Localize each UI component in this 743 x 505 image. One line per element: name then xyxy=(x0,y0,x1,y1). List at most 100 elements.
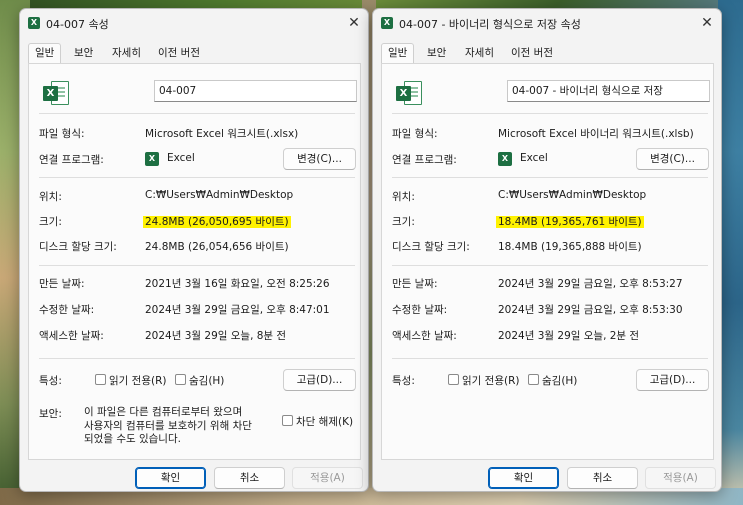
properties-window-xlsx: X 04-007 속성 ✕ 일반 보안 자세히 이전 버전 X 04-007 파… xyxy=(19,8,369,492)
size-value-wrap: 18.4MB (19,365,761 바이트) xyxy=(496,214,644,229)
file-type-label: 파일 형식: xyxy=(392,128,438,140)
tab-details[interactable]: 자세히 xyxy=(459,44,500,64)
size-value-wrap: 24.8MB (26,050,695 바이트) xyxy=(143,214,291,229)
advanced-button[interactable]: 고급(D)... xyxy=(636,369,709,391)
security-label: 보안: xyxy=(39,408,62,420)
open-with-label: 연결 프로그램: xyxy=(39,154,104,166)
created-label: 만든 날짜: xyxy=(392,278,438,290)
tab-previous-versions[interactable]: 이전 버전 xyxy=(505,44,559,64)
change-button[interactable]: 변경(C)... xyxy=(283,148,356,170)
security-line: 사용자의 컴퓨터를 보호하기 위해 차단 xyxy=(84,419,252,432)
apply-button[interactable]: 적용(A) xyxy=(292,467,363,489)
excel-file-icon: X xyxy=(28,17,40,29)
file-name-field[interactable]: 04-007 - 바이너리 형식으로 저장 xyxy=(507,80,710,102)
open-with-app: Excel xyxy=(520,152,548,164)
ok-button[interactable]: 확인 xyxy=(488,467,559,489)
created-label: 만든 날짜: xyxy=(39,278,85,290)
hidden-checkbox[interactable]: 숨김(H) xyxy=(175,373,224,388)
excel-file-icon: X xyxy=(396,81,422,107)
tab-security[interactable]: 보안 xyxy=(68,44,99,64)
divider xyxy=(392,265,708,266)
divider xyxy=(392,113,708,114)
excel-file-icon: X xyxy=(381,17,393,29)
modified-value: 2024년 3월 29일 금요일, 오후 8:47:01 xyxy=(145,304,330,316)
excel-app-icon: X xyxy=(498,152,512,166)
checkbox-box[interactable] xyxy=(448,374,459,385)
excel-app-icon: X xyxy=(145,152,159,166)
checkbox-box[interactable] xyxy=(95,374,106,385)
close-icon[interactable]: ✕ xyxy=(695,11,719,35)
close-icon[interactable]: ✕ xyxy=(342,11,366,35)
checkbox-box[interactable] xyxy=(282,415,293,426)
location-label: 위치: xyxy=(39,191,62,203)
location-value: C:₩Users₩Admin₩Desktop xyxy=(498,189,647,201)
file-type-label: 파일 형식: xyxy=(39,128,85,140)
readonly-label: 읽기 전용(R) xyxy=(109,375,167,387)
checkbox-box[interactable] xyxy=(175,374,186,385)
accessed-value: 2024년 3월 29일 오늘, 2분 전 xyxy=(498,330,640,342)
excel-file-icon: X xyxy=(43,81,69,107)
size-on-disk-label: 디스크 할당 크기: xyxy=(392,241,470,253)
cancel-button[interactable]: 취소 xyxy=(214,467,285,489)
unblock-label: 차단 해제(K) xyxy=(296,416,354,428)
size-on-disk-label: 디스크 할당 크기: xyxy=(39,241,117,253)
attributes-label: 특성: xyxy=(39,375,62,387)
properties-window-xlsb: X 04-007 - 바이너리 형식으로 저장 속성 ✕ 일반 보안 자세히 이… xyxy=(372,8,722,492)
security-message: 이 파일은 다른 컴퓨터로부터 왔으며 사용자의 컴퓨터를 보호하기 위해 차단… xyxy=(84,406,274,447)
open-with-label: 연결 프로그램: xyxy=(392,154,457,166)
ok-button[interactable]: 확인 xyxy=(135,467,206,489)
divider xyxy=(392,177,708,178)
created-value: 2024년 3월 29일 금요일, 오후 8:53:27 xyxy=(498,278,683,290)
tab-details[interactable]: 자세히 xyxy=(106,44,147,64)
title-bar[interactable]: X 04-007 - 바이너리 형식으로 저장 속성 ✕ xyxy=(373,9,721,37)
checkbox-box[interactable] xyxy=(528,374,539,385)
hidden-label: 숨김(H) xyxy=(542,375,578,387)
cancel-button[interactable]: 취소 xyxy=(567,467,638,489)
attributes-label: 특성: xyxy=(392,375,415,387)
security-line: 되었을 수도 있습니다. xyxy=(84,433,181,445)
divider xyxy=(39,265,355,266)
size-label: 크기: xyxy=(392,216,415,228)
readonly-label: 읽기 전용(R) xyxy=(462,375,520,387)
readonly-checkbox[interactable]: 읽기 전용(R) xyxy=(448,373,519,388)
location-value: C:₩Users₩Admin₩Desktop xyxy=(145,189,294,201)
general-panel: X 04-007 파일 형식: Microsoft Excel 워크시트(.xl… xyxy=(28,63,361,460)
location-label: 위치: xyxy=(392,191,415,203)
created-value: 2021년 3월 16일 화요일, 오전 8:25:26 xyxy=(145,278,330,290)
title-bar[interactable]: X 04-007 속성 ✕ xyxy=(20,9,368,37)
size-value: 24.8MB (26,050,695 바이트) xyxy=(143,216,291,228)
file-name-field[interactable]: 04-007 xyxy=(154,80,357,102)
advanced-button[interactable]: 고급(D)... xyxy=(283,369,356,391)
window-title: 04-007 속성 xyxy=(46,18,109,31)
tab-general[interactable]: 일반 xyxy=(381,43,415,64)
apply-button[interactable]: 적용(A) xyxy=(645,467,716,489)
file-type-value: Microsoft Excel 워크시트(.xlsx) xyxy=(145,128,299,140)
security-line: 이 파일은 다른 컴퓨터로부터 왔으며 xyxy=(84,406,243,418)
size-on-disk-value: 24.8MB (26,054,656 바이트) xyxy=(145,241,289,253)
size-on-disk-value: 18.4MB (19,365,888 바이트) xyxy=(498,241,642,253)
window-title: 04-007 - 바이너리 형식으로 저장 속성 xyxy=(399,18,581,31)
hidden-label: 숨김(H) xyxy=(189,375,225,387)
divider xyxy=(392,358,708,359)
size-label: 크기: xyxy=(39,216,62,228)
hidden-checkbox[interactable]: 숨김(H) xyxy=(528,373,577,388)
unblock-checkbox[interactable]: 차단 해제(K) xyxy=(282,414,353,429)
accessed-label: 액세스한 날짜: xyxy=(392,330,457,342)
tab-general[interactable]: 일반 xyxy=(28,43,62,64)
file-type-value: Microsoft Excel 바이너리 워크시트(.xlsb) xyxy=(498,128,694,140)
tab-security[interactable]: 보안 xyxy=(421,44,452,64)
general-panel: X 04-007 - 바이너리 형식으로 저장 파일 형식: Microsoft… xyxy=(381,63,714,460)
modified-label: 수정한 날짜: xyxy=(39,304,95,316)
size-value: 18.4MB (19,365,761 바이트) xyxy=(496,216,644,228)
change-button[interactable]: 변경(C)... xyxy=(636,148,709,170)
modified-label: 수정한 날짜: xyxy=(392,304,448,316)
divider xyxy=(39,177,355,178)
divider xyxy=(39,358,355,359)
tab-previous-versions[interactable]: 이전 버전 xyxy=(152,44,206,64)
accessed-value: 2024년 3월 29일 오늘, 8분 전 xyxy=(145,330,287,342)
open-with-app: Excel xyxy=(167,152,195,164)
accessed-label: 액세스한 날짜: xyxy=(39,330,104,342)
divider xyxy=(39,113,355,114)
readonly-checkbox[interactable]: 읽기 전용(R) xyxy=(95,373,166,388)
modified-value: 2024년 3월 29일 금요일, 오후 8:53:30 xyxy=(498,304,683,316)
